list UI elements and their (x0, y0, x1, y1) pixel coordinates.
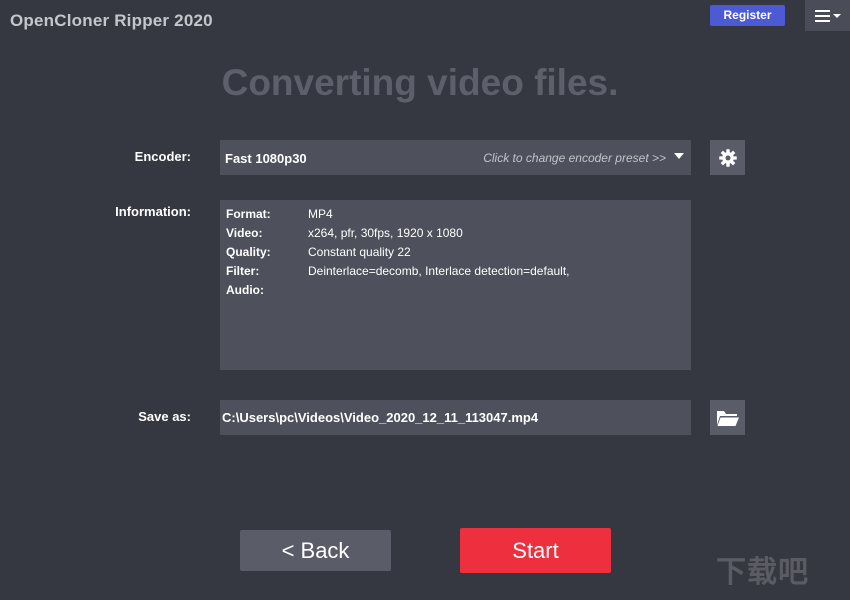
encoder-settings-button[interactable] (710, 140, 745, 175)
information-panel: Format: MP4 Video: x264, pfr, 30fps, 1920 … (220, 200, 691, 370)
info-value: Deinterlace=decomb, Interlace detection=… (308, 264, 570, 278)
menu-button[interactable] (805, 0, 850, 31)
chevron-down-icon (674, 153, 684, 159)
info-row-format: Format: MP4 (226, 207, 333, 221)
browse-folder-button[interactable] (710, 400, 745, 435)
app-title: OpenCloner Ripper 2020 (10, 11, 213, 30)
folder-open-icon (716, 410, 739, 426)
gear-icon (718, 148, 737, 167)
register-button[interactable]: Register (710, 5, 785, 26)
start-button[interactable]: Start (460, 528, 611, 573)
info-key: Video: (226, 226, 263, 240)
info-row-video: Video: x264, pfr, 30fps, 1920 x 1080 (226, 226, 463, 240)
encoder-preset-hint: Click to change encoder preset >> (483, 151, 666, 165)
info-value: Constant quality 22 (308, 245, 411, 259)
encoder-preset-select[interactable]: Fast 1080p30 Click to change encoder pre… (220, 140, 691, 175)
info-key: Audio: (226, 283, 264, 297)
info-row-audio: Audio: (226, 283, 308, 297)
back-button[interactable]: < Back (240, 530, 391, 571)
hamburger-menu-icon (814, 9, 841, 22)
info-key: Quality: (226, 245, 271, 259)
encoder-label: Encoder: (134, 149, 191, 164)
info-value: MP4 (308, 207, 333, 221)
page-heading: Converting video files. (221, 62, 619, 103)
info-key: Filter: (226, 264, 260, 278)
info-row-quality: Quality: Constant quality 22 (226, 245, 411, 259)
encoder-preset-value: Fast 1080p30 (225, 151, 307, 166)
info-key: Format: (226, 207, 271, 221)
information-label: Information: (115, 204, 191, 219)
save-path-input[interactable] (220, 400, 691, 435)
save-as-label: Save as: (138, 409, 191, 424)
info-value: x264, pfr, 30fps, 1920 x 1080 (308, 226, 463, 240)
watermark-logo: 下载吧 (716, 556, 809, 589)
info-row-filter: Filter: Deinterlace=decomb, Interlace det… (226, 264, 570, 278)
